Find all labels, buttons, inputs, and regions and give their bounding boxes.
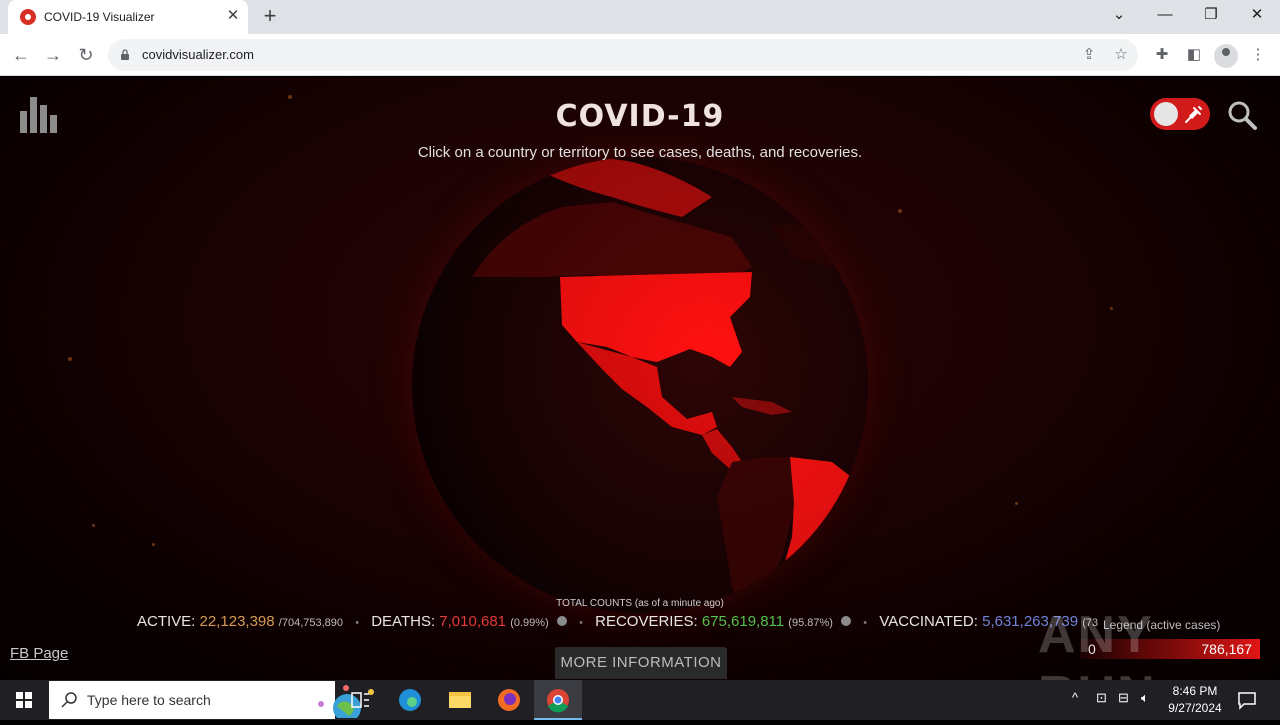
covid-visualizer-page: COVID-19 Click on a country or territory… (0, 77, 1280, 680)
task-view-icon[interactable] (336, 680, 384, 720)
page-subtitle: Click on a country or territory to see c… (417, 144, 863, 161)
recoveries-value: 675,619,811 (701, 613, 785, 630)
taskbar-search-placeholder: Type here to search (87, 692, 211, 708)
close-window-button[interactable]: ✕ (1234, 0, 1280, 30)
background-speck (1110, 307, 1113, 310)
globe-map-svg (412, 157, 868, 613)
fb-page-link[interactable]: FB Page (10, 645, 68, 662)
tab-title: COVID-19 Visualizer (44, 10, 155, 24)
stats-bar: ACTIVE: 22,123,398 /704,753,890 • DEATHS… (137, 613, 1098, 633)
network-icon[interactable]: ⊟ (1118, 690, 1129, 706)
active-value: 22,123,398 (199, 613, 275, 630)
file-explorer-icon[interactable] (436, 680, 484, 720)
recoveries-info-icon[interactable] (841, 616, 852, 626)
restore-button[interactable]: ❐ (1188, 0, 1234, 30)
windows-taskbar: Type here to search ^ ⊡ ⊟ 🔈︎ 8:46 PM 9/2… (0, 680, 1280, 720)
side-panel-icon[interactable]: ◧ (1181, 42, 1207, 68)
vaccinated-label: VACCINATED: (879, 613, 978, 630)
back-arrow-icon[interactable]: ← (8, 42, 34, 68)
background-speck (152, 543, 155, 546)
recoveries-percent: (95.87%) (788, 617, 833, 629)
syringe-icon (1185, 106, 1202, 123)
tab-close-icon[interactable]: ✕ (224, 7, 242, 25)
show-hidden-icons-chevron-icon[interactable]: ^ (1072, 690, 1078, 705)
url-text: covidvisualizer.com (142, 47, 254, 62)
taskbar-clock[interactable]: 8:46 PM 9/27/2024 (1160, 683, 1230, 717)
windows-start-icon[interactable] (0, 680, 48, 720)
tab-search-chevron-icon[interactable]: ⌄ (1096, 0, 1142, 30)
deaths-info-icon[interactable] (556, 616, 567, 626)
share-icon[interactable]: ⇪ (1078, 44, 1100, 66)
recoveries-label: RECOVERIES: (595, 613, 698, 630)
vaccination-toggle[interactable] (1150, 98, 1210, 130)
minimize-button[interactable]: — (1142, 0, 1188, 30)
page-title: COVID-19 (555, 99, 725, 134)
separator-dot: • (355, 617, 360, 629)
menu-kebab-icon[interactable]: ⋮ (1245, 42, 1271, 68)
site-favicon-icon (20, 9, 36, 25)
firefox-icon[interactable] (485, 680, 533, 720)
clock-date: 9/27/2024 (1168, 701, 1222, 715)
meet-now-icon[interactable]: ⊡ (1096, 690, 1107, 706)
separator-dot: • (579, 617, 583, 629)
taskbar-search-box[interactable]: Type here to search (49, 681, 374, 719)
deaths-value: 7,010,681 (439, 613, 507, 630)
bookmark-star-icon[interactable]: ☆ (1110, 44, 1132, 66)
forward-arrow-icon[interactable]: → (40, 42, 66, 68)
deaths-percent: (0.99%) (510, 617, 549, 629)
background-speck (898, 209, 902, 213)
separator-dot: • (863, 617, 868, 629)
background-speck (92, 524, 95, 527)
volume-icon[interactable]: 🔈︎ (1141, 690, 1149, 706)
profile-avatar[interactable] (1214, 44, 1238, 68)
chrome-icon[interactable] (534, 680, 582, 720)
anyrun-watermark: ANY RUN (1038, 606, 1155, 680)
edge-browser-icon[interactable] (386, 680, 434, 720)
active-label: ACTIVE: (137, 613, 196, 630)
browser-toolbar: ← → ↻ covidvisualizer.com ⇪ ☆ ✚ ◧ ⋮ (0, 34, 1280, 76)
tab-strip: COVID-19 Visualizer ✕ + ⌄ — ❐ ✕ (0, 0, 1280, 34)
lock-icon (121, 49, 129, 60)
clock-time: 8:46 PM (1172, 684, 1218, 698)
active-total: /704,753,890 (278, 617, 344, 629)
toggle-knob (1154, 102, 1178, 126)
new-tab-button[interactable]: + (258, 5, 282, 29)
notification-center-icon[interactable] (1236, 689, 1258, 711)
background-speck (68, 357, 72, 361)
search-magnifier-icon (61, 692, 77, 708)
tab-covid-visualizer[interactable]: COVID-19 Visualizer ✕ (8, 0, 248, 34)
search-icon[interactable] (1226, 99, 1258, 131)
covid-globe[interactable] (412, 157, 868, 613)
reload-icon[interactable]: ↻ (73, 42, 99, 68)
more-information-button[interactable]: MORE INFORMATION (555, 647, 727, 679)
extensions-puzzle-icon[interactable]: ✚ (1149, 42, 1175, 68)
address-bar[interactable]: covidvisualizer.com ⇪ ☆ (108, 39, 1138, 71)
deaths-label: DEATHS: (371, 613, 436, 630)
background-speck (1015, 502, 1018, 505)
